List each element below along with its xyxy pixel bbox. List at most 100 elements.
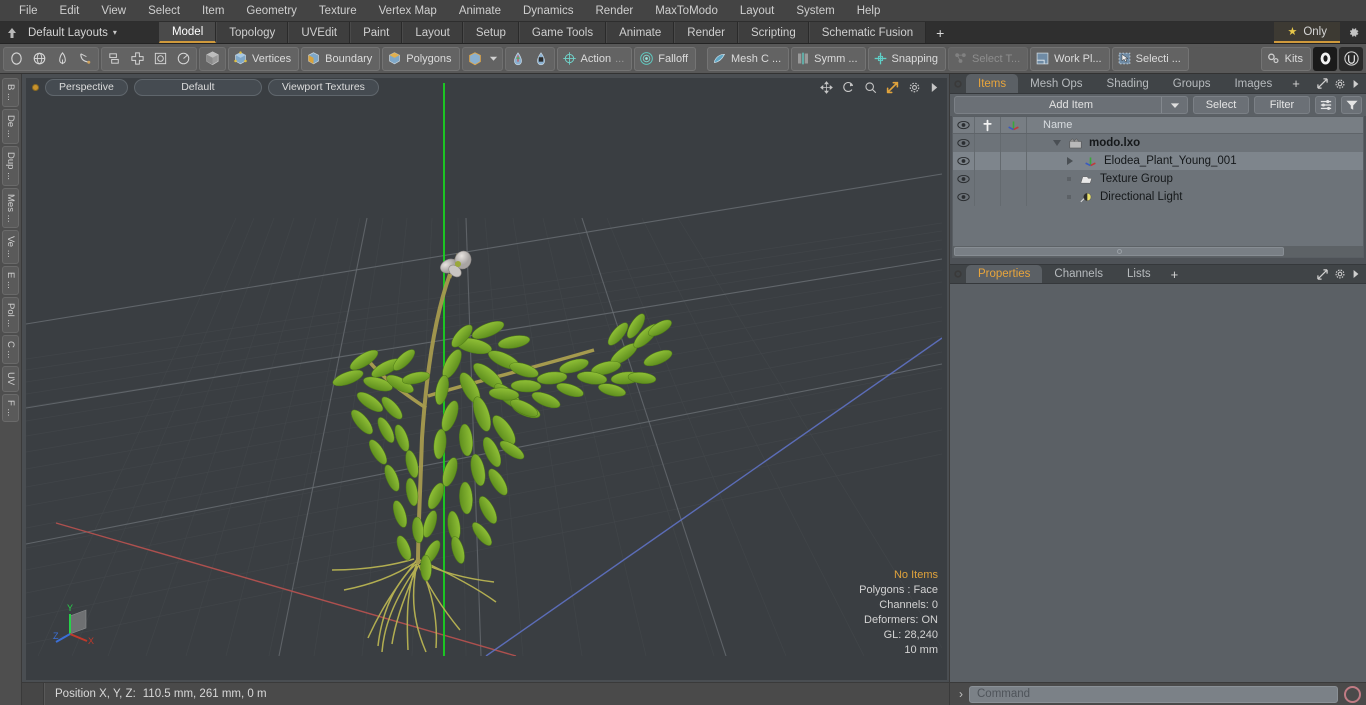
row-eye-icon[interactable]	[953, 134, 975, 152]
gear-icon[interactable]	[908, 81, 921, 94]
gear-icon[interactable]	[1334, 268, 1346, 280]
tab-schematic-fusion[interactable]: Schematic Fusion	[808, 22, 927, 43]
record-icon[interactable]	[1344, 685, 1361, 703]
status-bar-grip[interactable]	[22, 683, 44, 705]
sidebar-tab-3[interactable]: Mes ...	[2, 187, 19, 229]
circle-icon[interactable]	[5, 48, 28, 70]
add-panel-tab-button[interactable]: +	[1284, 74, 1308, 93]
item-mode-chevron-down-icon[interactable]	[487, 48, 501, 70]
tab-items[interactable]: Items	[966, 74, 1019, 93]
pivot-b-icon[interactable]	[530, 48, 553, 70]
viewport-textures-button[interactable]: Viewport Textures	[267, 79, 379, 96]
pan-icon[interactable]	[820, 81, 833, 94]
menu-item-item[interactable]: Item	[191, 0, 235, 22]
select-through-button[interactable]: Select T...	[948, 46, 1029, 71]
add-properties-tab-button[interactable]: +	[1163, 265, 1187, 283]
menu-item-maxtomodo[interactable]: MaxToModo	[644, 0, 729, 22]
tab-topology[interactable]: Topology	[216, 22, 289, 43]
filter-button[interactable]: Filter	[1254, 96, 1310, 114]
menu-item-view[interactable]: View	[90, 0, 137, 22]
sidebar-tab-4[interactable]: Ve ...	[2, 230, 19, 264]
sidebar-tab-2[interactable]: Dup ...	[2, 145, 19, 186]
tab-lists[interactable]: Lists	[1115, 265, 1163, 283]
symmetry-button[interactable]: Symm ...	[791, 46, 866, 71]
row-eye-icon[interactable]	[953, 170, 975, 188]
sidebar-tab-5[interactable]: E ...	[2, 265, 19, 295]
chevron-right-icon[interactable]	[1352, 79, 1360, 89]
align-icon[interactable]	[103, 48, 126, 70]
expand-icon[interactable]	[1317, 78, 1328, 89]
center-icon[interactable]	[126, 48, 149, 70]
expand-icon[interactable]	[1317, 268, 1328, 280]
falloff-button[interactable]: Falloff	[634, 46, 697, 71]
only-toggle-button[interactable]: ★ Only	[1274, 22, 1340, 43]
list-options-icon[interactable]	[1315, 96, 1336, 114]
tab-uvedit[interactable]: UVEdit	[288, 22, 351, 43]
expand-triangle-right-icon[interactable]	[1067, 157, 1073, 165]
cube-icon[interactable]	[201, 48, 224, 70]
menu-item-dynamics[interactable]: Dynamics	[512, 0, 584, 22]
fit-icon[interactable]	[886, 81, 899, 94]
add-tab-button[interactable]: +	[926, 22, 954, 43]
radial-icon[interactable]	[172, 48, 195, 70]
sidebar-tab-8[interactable]: UV	[2, 366, 19, 392]
menu-item-vertex-map[interactable]: Vertex Map	[368, 0, 448, 22]
tab-paint[interactable]: Paint	[350, 22, 403, 43]
tab-groups[interactable]: Groups	[1161, 74, 1223, 93]
sidebar-tab-7[interactable]: C ...	[2, 334, 19, 365]
tab-layout[interactable]: Layout	[402, 22, 463, 43]
table-row[interactable]: Elodea_Plant_Young_001	[953, 152, 1363, 170]
menu-item-animate[interactable]: Animate	[448, 0, 512, 22]
viewport-indicator-dot[interactable]	[32, 84, 39, 91]
bound-icon[interactable]	[149, 48, 172, 70]
tab-channels[interactable]: Channels	[1042, 265, 1115, 283]
sidebar-tab-9[interactable]: F ...	[2, 393, 19, 422]
scrollbar-thumb[interactable]	[954, 247, 1285, 256]
add-item-button[interactable]: Add Item	[954, 96, 1188, 114]
command-input[interactable]	[969, 685, 1338, 703]
pivot-a-icon[interactable]	[507, 48, 530, 70]
tab-setup[interactable]: Setup	[462, 22, 519, 43]
zoom-icon[interactable]	[864, 81, 877, 94]
pen-icon[interactable]	[51, 48, 74, 70]
menu-item-select[interactable]: Select	[137, 0, 191, 22]
selection-mode-vertices[interactable]: Vertices	[228, 46, 300, 71]
menu-item-texture[interactable]: Texture	[308, 0, 368, 22]
column-lock-icon[interactable]	[975, 117, 1001, 133]
tab-animate[interactable]: Animate	[606, 22, 675, 43]
menu-item-system[interactable]: System	[785, 0, 845, 22]
gear-icon[interactable]	[1334, 78, 1346, 90]
sidebar-tab-1[interactable]: De ...	[2, 108, 19, 144]
table-row[interactable]: Texture Group	[953, 170, 1363, 188]
selection-set-button[interactable]: Selecti ...	[1111, 46, 1189, 71]
menu-item-edit[interactable]: Edit	[49, 0, 91, 22]
selection-mode-boundary[interactable]: Boundary	[301, 46, 381, 71]
axis-gizmo[interactable]: Y X Z	[50, 598, 108, 654]
tab-model[interactable]: Model	[158, 22, 217, 43]
item-list-horizontal-scrollbar[interactable]	[953, 246, 1363, 257]
expand-triangle-down-icon[interactable]	[1053, 140, 1061, 146]
position-readout[interactable]: Position X, Y, Z: 110.5 mm, 261 mm, 0 m	[44, 683, 949, 705]
column-transform-icon[interactable]	[1001, 117, 1027, 133]
viewport-projection-button[interactable]: Perspective	[45, 79, 128, 96]
row-eye-icon[interactable]	[953, 152, 975, 170]
table-row[interactable]: Directional Light	[953, 188, 1363, 206]
add-item-chevron-down-icon[interactable]	[1161, 97, 1187, 113]
panel-menu-icon[interactable]	[950, 74, 966, 93]
home-layout-icon[interactable]	[0, 22, 24, 43]
modo-ball-icon[interactable]	[1313, 46, 1337, 71]
menu-item-help[interactable]: Help	[846, 0, 892, 22]
sidebar-tab-6[interactable]: Pol ...	[2, 296, 19, 333]
kits-button[interactable]: Kits	[1260, 46, 1311, 71]
tab-properties[interactable]: Properties	[966, 265, 1043, 283]
selection-mode-polygons[interactable]: Polygons	[382, 46, 460, 71]
item-mode-icon[interactable]	[464, 48, 487, 70]
row-eye-icon[interactable]	[953, 188, 975, 206]
menu-item-render[interactable]: Render	[584, 0, 644, 22]
table-row[interactable]: modo.lxo	[953, 134, 1363, 152]
layout-preset-selector[interactable]: Default Layouts ▾	[24, 22, 123, 43]
globe-icon[interactable]	[28, 48, 51, 70]
chevron-right-icon[interactable]	[1352, 269, 1360, 279]
tab-scripting[interactable]: Scripting	[737, 22, 809, 43]
properties-panel-menu-icon[interactable]	[950, 265, 966, 283]
